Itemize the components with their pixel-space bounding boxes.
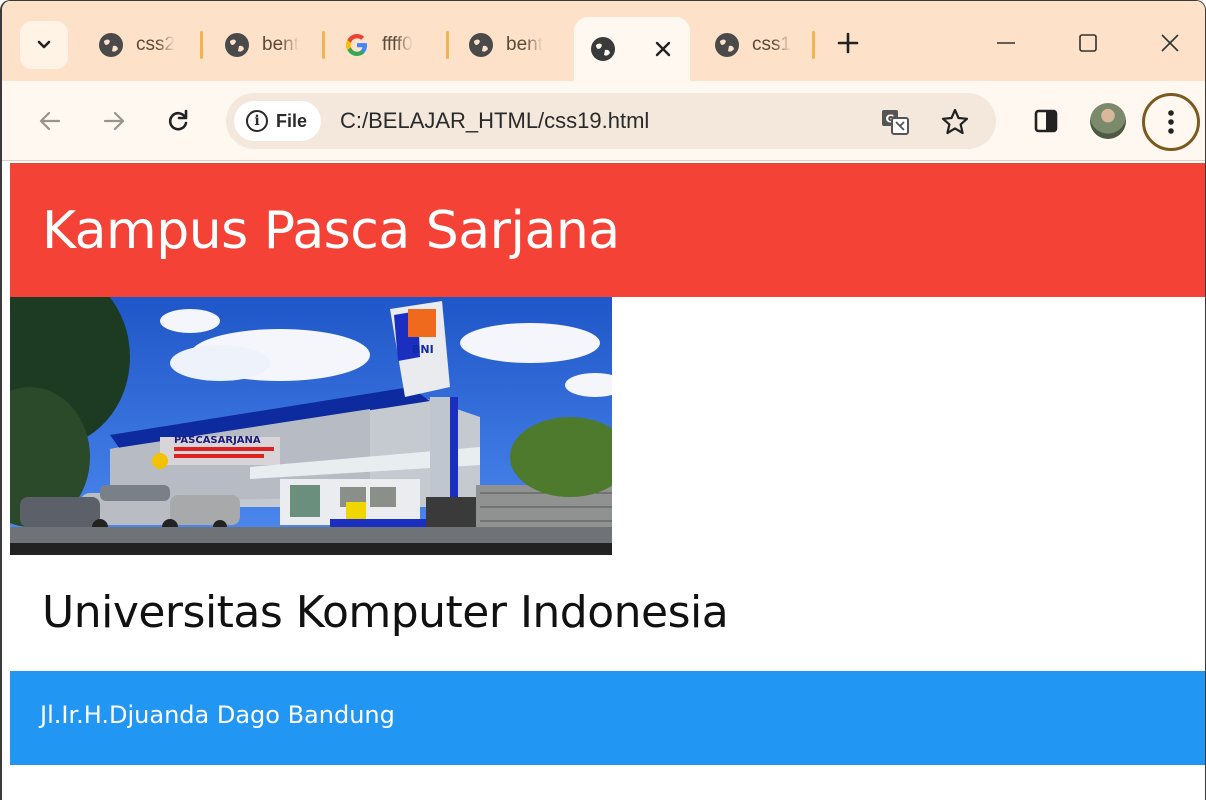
arrow-right-icon	[103, 111, 125, 131]
info-icon: i	[246, 110, 268, 132]
tab-active[interactable]	[574, 17, 690, 81]
site-info-chip[interactable]: i File	[234, 101, 322, 141]
globe-icon	[468, 32, 494, 58]
url-text[interactable]: C:/BELAJAR_HTML/css19.html	[340, 108, 649, 134]
page-title: Kampus Pasca Sarjana	[42, 201, 620, 261]
new-tab-button[interactable]	[832, 27, 864, 59]
side-panel-button[interactable]	[1026, 101, 1066, 141]
address-text: Jl.Ir.H.Djuanda Dago Bandung	[40, 701, 395, 729]
bookmark-button[interactable]	[940, 107, 970, 137]
tab-ffff0[interactable]: ffff0	[344, 23, 434, 67]
tab-bent-2[interactable]: bent	[468, 23, 550, 67]
plus-icon	[837, 32, 859, 54]
campus-photo: PASCASARJANA BNI	[10, 297, 612, 555]
tab-bent-1[interactable]: bent	[224, 23, 304, 67]
profile-avatar[interactable]	[1090, 103, 1126, 139]
tab-css2[interactable]: css2	[98, 23, 178, 67]
tab-search-button[interactable]	[20, 21, 68, 69]
google-icon	[344, 32, 370, 58]
translate-icon: G	[882, 110, 909, 135]
star-icon	[941, 108, 969, 135]
browser-toolbar: i File C:/BELAJAR_HTML/css19.html G	[2, 81, 1205, 161]
minimize-button[interactable]	[976, 23, 1036, 63]
university-name: Universitas Komputer Indonesia	[42, 587, 729, 638]
globe-icon	[590, 36, 616, 62]
page-footer: Jl.Ir.H.Djuanda Dago Bandung	[10, 671, 1205, 765]
close-tab-icon[interactable]	[654, 35, 672, 63]
site-info-label: File	[276, 110, 308, 131]
translate-button[interactable]: G	[880, 107, 910, 137]
close-window-button[interactable]	[1140, 23, 1200, 63]
arrow-left-icon	[39, 111, 61, 131]
globe-icon	[98, 32, 124, 58]
side-panel-icon	[1034, 109, 1058, 133]
maximize-icon	[1079, 34, 1097, 52]
tab-css1[interactable]: css1	[714, 23, 794, 67]
tab-separator	[322, 31, 325, 59]
page-header: Kampus Pasca Sarjana	[10, 163, 1205, 297]
tab-separator	[200, 31, 203, 59]
building-sign-text: PASCASARJANA	[174, 435, 261, 446]
address-bar[interactable]: i File C:/BELAJAR_HTML/css19.html G	[226, 93, 996, 149]
globe-icon	[224, 32, 250, 58]
reload-button[interactable]	[158, 101, 198, 141]
back-button[interactable]	[30, 101, 70, 141]
maximize-button[interactable]	[1058, 23, 1118, 63]
close-icon	[1161, 34, 1179, 52]
tab-separator	[812, 31, 815, 59]
forward-button[interactable]	[94, 101, 134, 141]
browser-menu-button[interactable]	[1142, 93, 1200, 151]
tab-title: ffff0	[382, 34, 413, 56]
more-vertical-icon	[1168, 110, 1174, 134]
tab-title: bent	[262, 34, 299, 56]
chevron-down-icon	[37, 40, 51, 49]
browser-window: css2 bent ffff0 bent css1 i File C:/BELA…	[0, 0, 1206, 800]
minimize-icon	[997, 42, 1015, 44]
tab-strip: css2 bent ffff0 bent css1	[2, 1, 1205, 81]
tab-title: css2	[136, 34, 176, 56]
reload-icon	[168, 109, 188, 131]
web-page: Kampus Pasca Sarjana PASCASARJANA BNI Un…	[10, 163, 1205, 800]
bank-sign-text: BNI	[412, 343, 434, 356]
tab-separator	[446, 31, 449, 59]
tab-title: css1	[752, 34, 792, 56]
tab-title: bent	[506, 34, 543, 56]
globe-icon	[714, 32, 740, 58]
